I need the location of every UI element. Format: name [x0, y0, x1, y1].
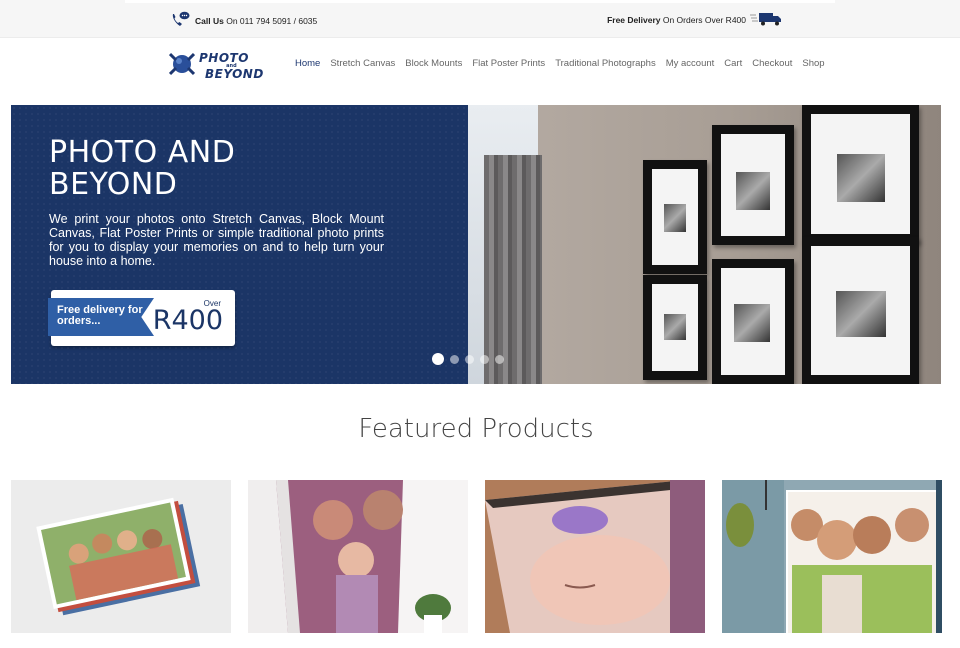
main-nav: Home Stretch Canvas Block Mounts Flat Po…: [295, 58, 825, 69]
top-info-bar: Call Us On 011 794 5091 / 6035 Free Deli…: [0, 0, 960, 38]
hero-description: We print your photos onto Stretch Canvas…: [49, 212, 384, 268]
slider-dot[interactable]: [480, 354, 489, 364]
badge-ribbon-text: Free delivery for orders...: [57, 304, 143, 327]
frame-photo: [643, 160, 707, 274]
nav-shop[interactable]: Shop: [802, 58, 824, 69]
slider-dots: [432, 353, 504, 365]
hero-text-panel: PHOTO AND BEYOND We print your photos on…: [11, 105, 468, 384]
nav-my-account[interactable]: My account: [666, 58, 715, 69]
nav-block-mounts[interactable]: Block Mounts: [405, 58, 462, 69]
free-delivery-notice: Free Delivery On Orders Over R400: [607, 11, 782, 29]
badge-amount: R400: [152, 305, 223, 336]
frame-photo: [802, 237, 919, 384]
delivery-label: Free Delivery: [607, 15, 661, 25]
frame-photo: [643, 275, 707, 380]
nav-home[interactable]: Home: [295, 58, 320, 69]
product-card-photo-prints[interactable]: [11, 480, 231, 633]
product-card-stretch-canvas[interactable]: [248, 480, 468, 633]
slider-dot[interactable]: [450, 354, 459, 364]
product-image: [485, 480, 705, 633]
featured-products-heading: Featured Products: [358, 414, 594, 444]
product-image: [11, 480, 231, 633]
slider-dot[interactable]: [432, 353, 444, 365]
frame-photo: [802, 105, 919, 243]
product-image: [722, 480, 942, 633]
call-us: Call Us On 011 794 5091 / 6035: [170, 11, 317, 31]
frame-photo: [712, 259, 794, 384]
free-delivery-badge: Free delivery for orders... Over R400: [48, 290, 235, 346]
nav-traditional-photographs[interactable]: Traditional Photographs: [555, 58, 656, 69]
product-image: [248, 480, 468, 633]
hero-photo-wall-image: [468, 105, 941, 384]
featured-products-grid: [11, 480, 942, 633]
logo-line-3: BEYOND: [205, 66, 264, 81]
curtain-image: [484, 155, 542, 384]
delivery-truck-icon: [750, 11, 782, 29]
slider-dot[interactable]: [465, 354, 474, 364]
call-label: Call Us: [195, 16, 224, 26]
product-card-flat-poster[interactable]: [722, 480, 942, 633]
globe-logo-icon: [168, 51, 196, 82]
hero-slider[interactable]: PHOTO AND BEYOND We print your photos on…: [11, 105, 941, 384]
badge-ribbon: Free delivery for orders...: [48, 298, 154, 336]
site-logo[interactable]: PHOTO and BEYOND: [168, 51, 264, 82]
top-strip: [125, 0, 835, 3]
hero-title: PHOTO AND BEYOND: [49, 135, 236, 202]
site-header: PHOTO and BEYOND Home Stretch Canvas Blo…: [0, 39, 960, 105]
nav-cart[interactable]: Cart: [724, 58, 742, 69]
nav-checkout[interactable]: Checkout: [752, 58, 792, 69]
delivery-text: On Orders Over R400: [662, 15, 746, 25]
phone-chat-icon: [170, 11, 190, 31]
frame-photo: [712, 125, 794, 245]
product-card-block-mount[interactable]: [485, 480, 705, 633]
nav-stretch-canvas[interactable]: Stretch Canvas: [330, 58, 395, 69]
slider-dot[interactable]: [495, 354, 504, 364]
call-number: On 011 794 5091 / 6035: [226, 16, 318, 26]
nav-flat-poster-prints[interactable]: Flat Poster Prints: [472, 58, 545, 69]
